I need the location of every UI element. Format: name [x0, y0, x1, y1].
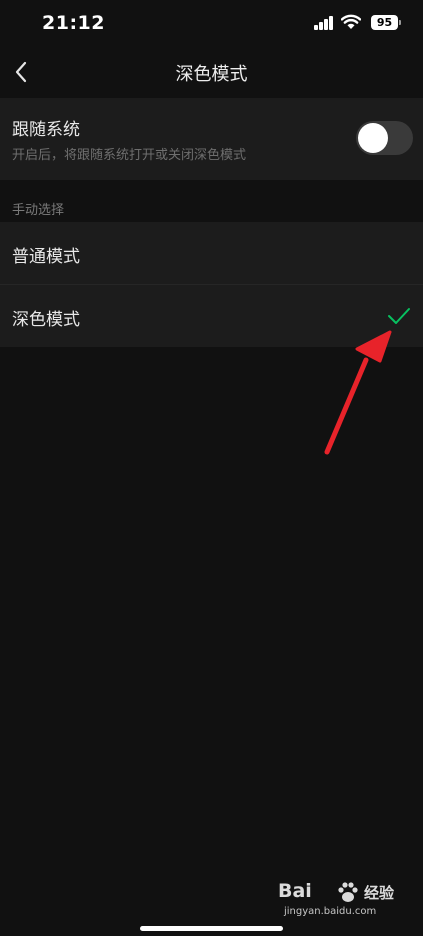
status-time: 21:12 [42, 12, 105, 34]
paw-logo-icon [338, 882, 358, 902]
follow-system-description: 开启后，将跟随系统打开或关闭深色模式 [12, 148, 247, 163]
watermark-brand: Bai [278, 880, 312, 902]
toggle-knob [358, 123, 388, 153]
follow-system-title: 跟随系统 [12, 120, 80, 140]
battery-tip [399, 20, 401, 25]
watermark-brand-suffix: 经验 [364, 884, 395, 902]
baidu-jingyan-watermark: Bai 经验 jingyan.baidu.com [278, 880, 408, 926]
status-bar: 21:12 95 [0, 0, 423, 46]
watermark-url: jingyan.baidu.com [284, 906, 377, 917]
checkmark-icon [388, 308, 410, 324]
navigation-bar: 深色模式 [0, 46, 423, 98]
home-indicator[interactable] [140, 926, 283, 931]
wifi-icon [341, 14, 361, 29]
mode-option-label: 深色模式 [12, 310, 80, 330]
follow-system-toggle[interactable] [356, 121, 413, 155]
follow-system-row: 跟随系统 开启后，将跟随系统打开或关闭深色模式 [0, 98, 423, 180]
manual-selection-header: 手动选择 [12, 203, 65, 218]
mode-option-dark[interactable]: 深色模式 [0, 284, 423, 347]
mode-option-normal[interactable]: 普通模式 [0, 222, 423, 284]
cellular-signal-icon [314, 16, 334, 30]
battery-indicator: 95 [371, 15, 398, 30]
mode-options-list: 普通模式 深色模式 [0, 222, 423, 347]
page-title: 深色模式 [175, 64, 248, 85]
mode-option-label: 普通模式 [12, 247, 80, 267]
